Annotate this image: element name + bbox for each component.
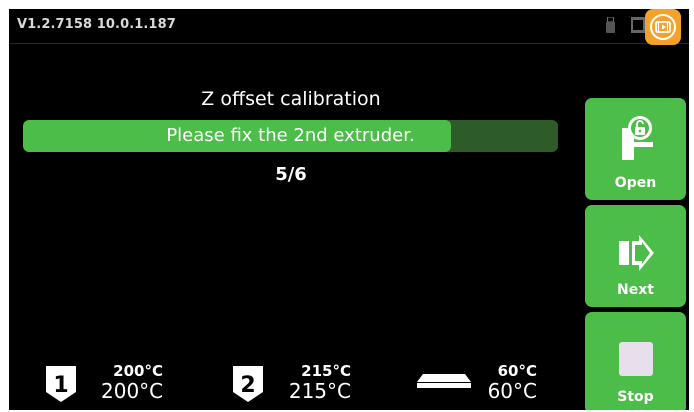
extruder-2-target: 215°C [301,362,351,380]
camera-icon [650,14,676,40]
stop-button[interactable]: Stop [585,312,686,410]
bed-temp: 60°C 60°C [475,362,537,403]
bed-target: 60°C [497,362,537,380]
sd-card-icon [631,17,645,33]
extruder-2-temp: 215°C 215°C [287,362,351,403]
printer-screen: V1.2.7158 10.0.1.187 Z offset calibratio… [9,9,689,410]
bed-current: 60°C [487,379,537,403]
extruder-1-current: 200°C [101,379,164,403]
heated-bed-icon [417,374,471,388]
progress-message: Please fix the 2nd extruder. [166,125,415,146]
camera-button[interactable] [645,9,681,45]
extruder-1-number: 1 [53,373,68,398]
version-text: V1.2.7158 10.0.1.187 [17,17,176,32]
extruder-2-icon: 2 [233,366,263,402]
status-bar: V1.2.7158 10.0.1.187 [9,9,689,45]
extruder-2-current: 215°C [288,379,351,403]
next-button[interactable]: Next [585,205,686,307]
extruder-1-icon: 1 [46,366,76,402]
step-counter: 5/6 [275,164,307,185]
extruder-1-target: 200°C [113,362,163,380]
extruder-1-temp: 200°C 200°C [101,362,164,403]
open-button[interactable]: Open [585,98,686,200]
door-unlock-icon [621,116,653,160]
stop-label: Stop [617,389,654,405]
extruder-2-number: 2 [240,373,255,398]
calibration-title: Z offset calibration [201,88,381,110]
next-arrow-icon [618,235,654,271]
next-label: Next [617,282,654,298]
open-label: Open [614,175,657,191]
usb-icon [606,17,615,33]
calibration-progress-bar: Please fix the 2nd extruder. [23,120,558,152]
stop-square-icon [618,342,653,376]
